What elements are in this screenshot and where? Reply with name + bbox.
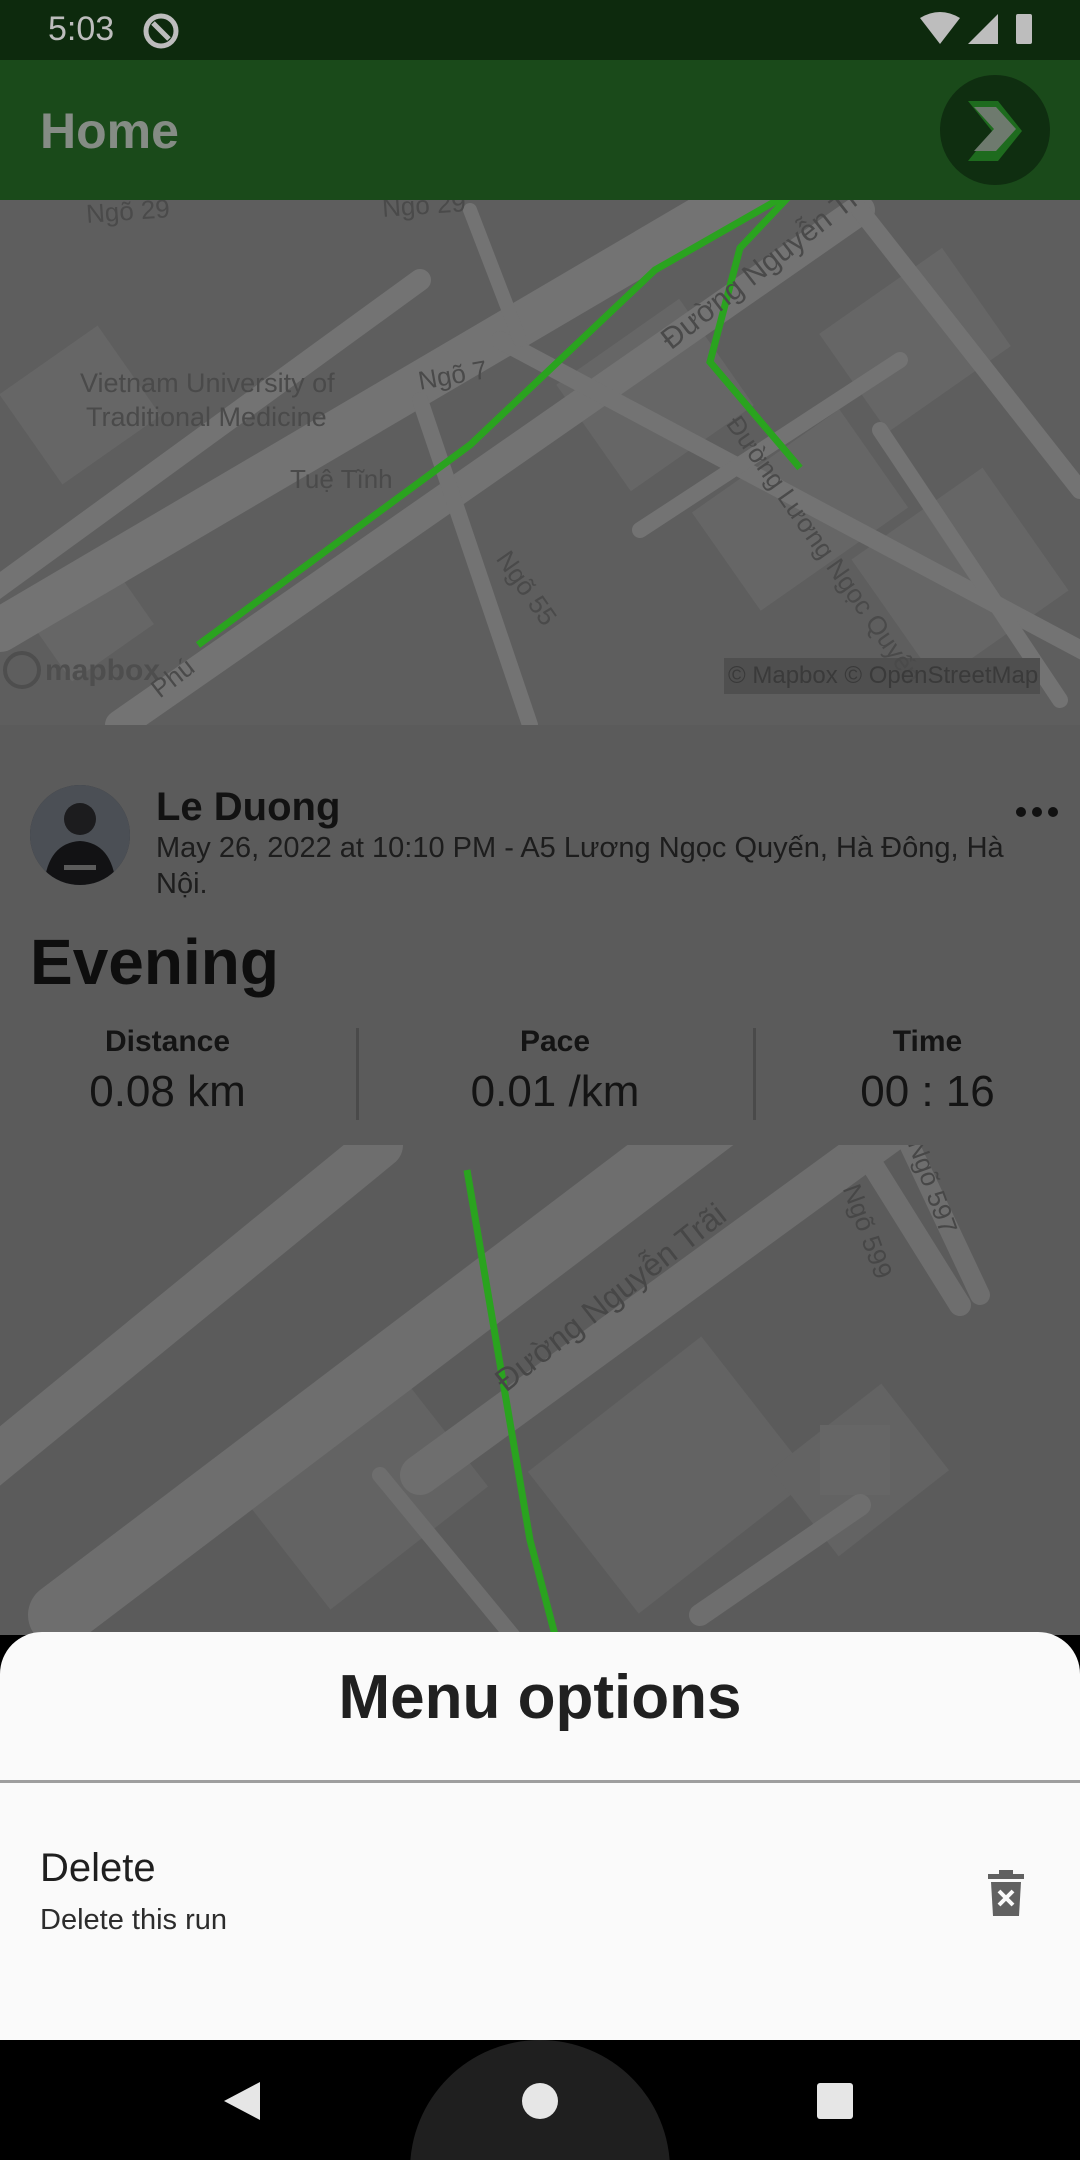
stat-value: 0.08 km — [89, 1067, 246, 1116]
map-top-canvas: mapbox — [0, 200, 1080, 725]
home-icon[interactable] — [521, 2082, 559, 2120]
system-status-icons — [920, 12, 1032, 44]
route-map-preview[interactable]: mapbox Ngõ 29 Ngõ 29 Vietnam University … — [0, 200, 1080, 725]
sheet-title: Menu options — [338, 1663, 742, 1732]
stat-divider — [753, 1028, 756, 1120]
stat-time: Time 00 : 16 — [790, 1025, 1065, 1117]
map-label: Vietnam University of — [80, 368, 335, 398]
at-sign-icon — [143, 13, 179, 49]
sheet-divider — [0, 1780, 1080, 1783]
chevron-right-icon — [968, 101, 1022, 161]
map-label: Tuệ Tĩnh — [290, 464, 393, 494]
user-name[interactable]: Le Duong — [156, 785, 340, 830]
delete-run-menu-item[interactable]: Delete Delete this run — [0, 1792, 1080, 1972]
stat-divider — [356, 1028, 359, 1120]
stat-pace: Pace 0.01 /km — [400, 1025, 710, 1117]
menu-item-subtitle: Delete this run — [40, 1904, 227, 1936]
run-route-map[interactable]: Đường Nguyễn Trãi Ngõ 599 Ngõ 597 — [0, 1145, 1080, 1635]
map-attribution[interactable]: © Mapbox © OpenStreetMap — [728, 662, 1038, 690]
status-bar: 5:03 — [0, 0, 1080, 60]
app-bar: Home — [0, 60, 1080, 200]
next-button[interactable] — [940, 75, 1050, 185]
back-icon[interactable] — [222, 2080, 262, 2122]
map-bottom-canvas — [0, 1145, 1080, 1635]
mapbox-logo-text: mapbox — [45, 654, 160, 687]
page-title: Home — [40, 103, 179, 159]
trash-icon — [988, 1870, 1024, 1916]
run-meta: May 26, 2022 at 10:10 PM - A5 Lương Ngọc… — [156, 832, 1004, 900]
stat-value: 00 : 16 — [860, 1067, 995, 1116]
stat-label: Time — [892, 1025, 963, 1058]
stat-value: 0.01 /km — [470, 1067, 640, 1116]
avatar-image — [30, 785, 130, 885]
wifi-icon — [920, 12, 960, 44]
menu-item-title: Delete — [40, 1846, 156, 1890]
run-title: Evening — [30, 926, 279, 998]
recents-icon[interactable] — [816, 2082, 854, 2120]
map-label: Traditional Medicine — [86, 402, 327, 432]
battery-icon — [1016, 14, 1032, 44]
signal-icon — [968, 14, 998, 44]
stat-label: Pace — [519, 1025, 591, 1058]
stat-distance: Distance 0.08 km — [30, 1025, 305, 1117]
more-horizontal-icon — [1016, 807, 1058, 817]
system-nav-bar — [0, 2040, 1080, 2160]
avatar[interactable] — [30, 785, 130, 885]
menu-options-sheet: Menu options Delete Delete this run — [0, 1632, 1080, 2040]
stat-label: Distance — [104, 1025, 231, 1058]
status-time: 5:03 — [48, 10, 115, 48]
more-options-button[interactable] — [1015, 800, 1059, 824]
